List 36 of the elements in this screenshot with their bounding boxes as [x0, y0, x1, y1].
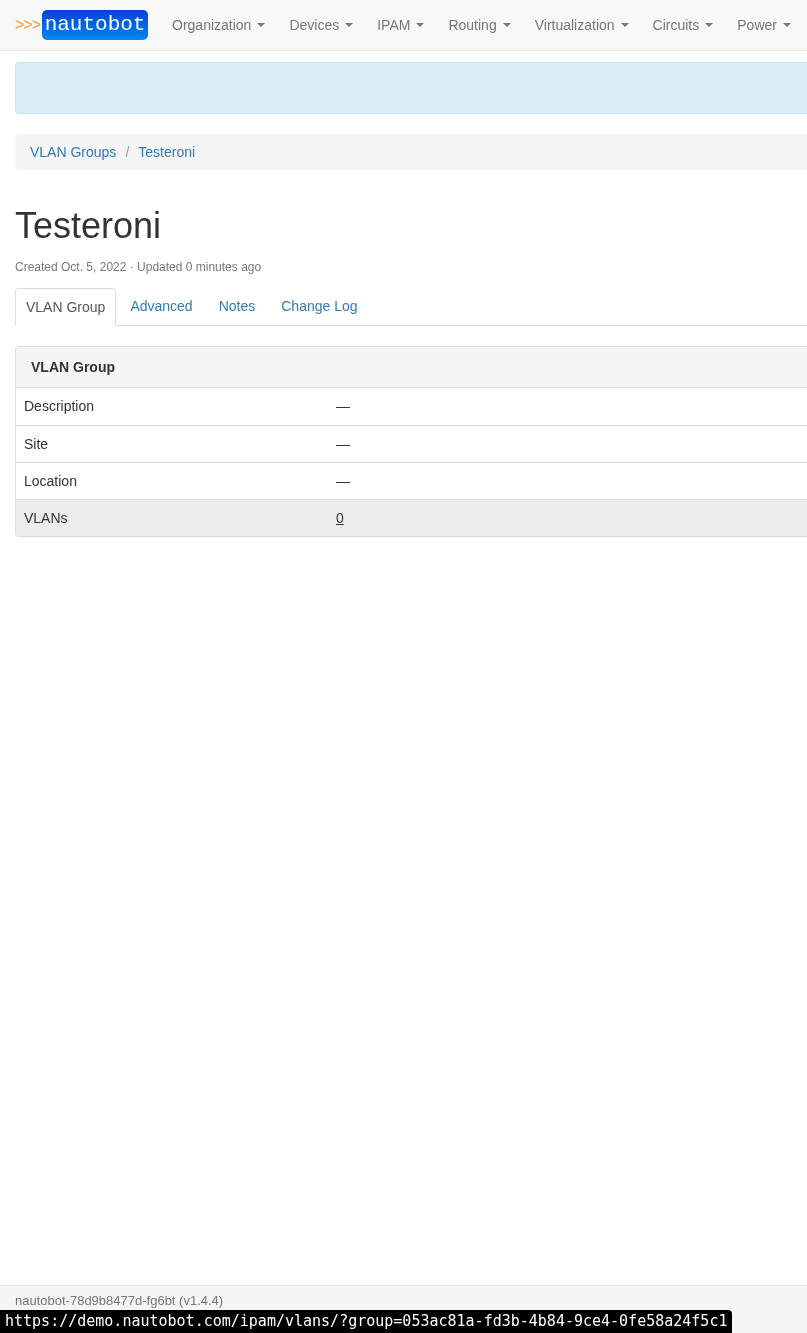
- timestamp-text: Created Oct. 5, 2022 · Updated 0 minutes ago: [15, 259, 263, 276]
- nav-menu[interactable]: Organization: [160, 0, 278, 50]
- caret-icon: [620, 23, 629, 27]
- nav-menu[interactable]: Circuits: [640, 0, 726, 50]
- row-label: Site: [24, 434, 50, 454]
- brand-logo[interactable]: nautobot: [42, 10, 149, 40]
- nav-menu[interactable]: Power: [725, 0, 803, 50]
- nav-menu[interactable]: Virtualization: [522, 0, 641, 50]
- status-url: https://demo.nautobot.com/ipam/vlans/?group=053ac81a-fd3b-4b84-9ce4-0fe58a24f5c1: [0, 1310, 733, 1333]
- row-label: VLANs: [24, 508, 69, 528]
- nav-menu[interactable]: IPAM: [365, 0, 437, 50]
- breadcrumb-link[interactable]: VLAN Groups: [30, 141, 117, 163]
- caret-icon: [345, 23, 354, 27]
- nav-menu[interactable]: Routing: [436, 0, 523, 50]
- caret-icon: [782, 23, 791, 27]
- caret-icon: [705, 23, 714, 27]
- version-text: nautobot-78d9b8477d-fg6bt (v1.4.4): [15, 1293, 224, 1308]
- tab[interactable]: Change Log: [269, 288, 370, 325]
- breadcrumb-link[interactable]: Testeroni: [138, 141, 196, 163]
- row-value: —: [336, 397, 350, 416]
- row-label: Description: [24, 397, 96, 416]
- tab[interactable]: Advanced: [118, 288, 205, 325]
- row-value: —: [336, 434, 350, 454]
- breadcrumb-separator: /: [124, 142, 131, 162]
- row-value: —: [336, 471, 350, 491]
- tab[interactable]: VLAN Group: [15, 288, 117, 326]
- caret-icon: [257, 23, 266, 27]
- nav-menu[interactable]: Devices: [277, 0, 366, 50]
- panel-heading: VLAN Group: [16, 347, 807, 388]
- page-title: Testeroni: [15, 206, 163, 246]
- count-link[interactable]: 0: [336, 507, 344, 529]
- caret-icon: [502, 23, 511, 27]
- brand-arrows: >>>: [15, 15, 41, 35]
- caret-icon: [416, 23, 425, 27]
- row-label: Location: [24, 471, 78, 491]
- tab[interactable]: Notes: [206, 288, 268, 325]
